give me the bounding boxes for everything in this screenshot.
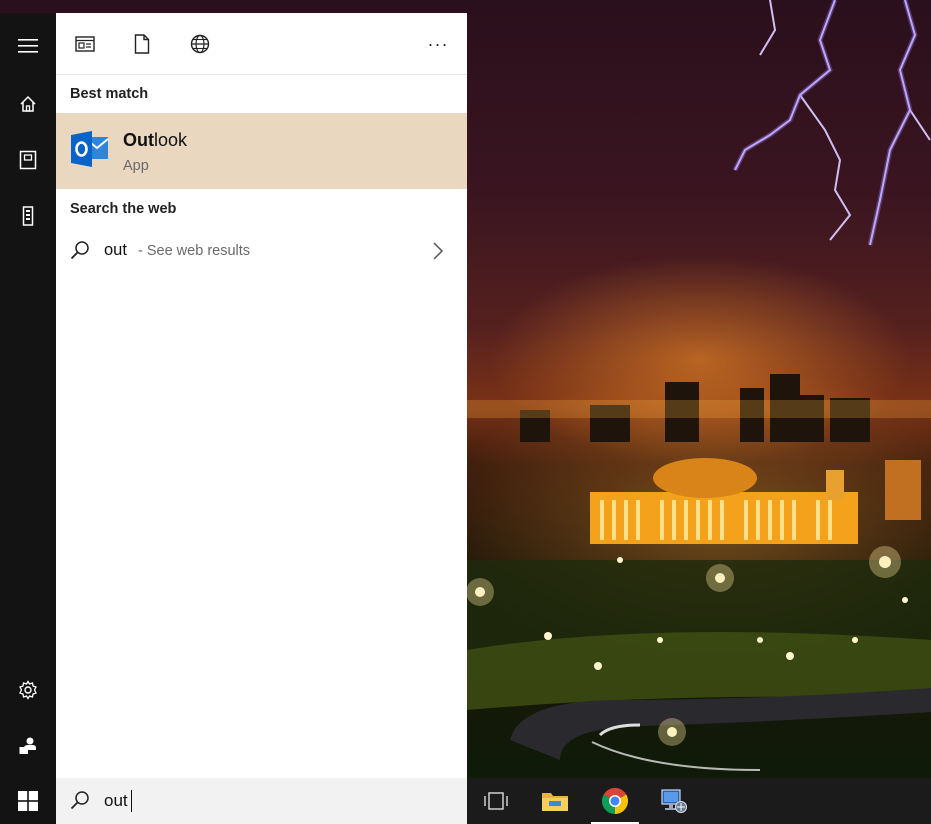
more-options-button[interactable]: ··· [422, 28, 454, 60]
documents-icon [19, 150, 37, 170]
search-results-panel: ··· Best match Outlook App Search the we… [56, 13, 467, 778]
best-match-result-outlook[interactable]: Outlook App [56, 113, 467, 189]
start-left-rail [0, 13, 56, 778]
search-web-heading: Search the web [70, 201, 177, 217]
home-icon [20, 95, 36, 112]
task-view-button[interactable] [472, 778, 520, 824]
file-explorer-icon [542, 793, 568, 811]
task-view-icon [484, 792, 508, 810]
network-computer-button[interactable] [650, 778, 698, 824]
feedback-icon [19, 737, 36, 754]
hamburger-menu-icon [18, 39, 38, 53]
search-box-icon [70, 791, 89, 810]
taskbar [467, 778, 931, 824]
web-query-text: out [104, 241, 127, 259]
file-explorer-button[interactable] [531, 778, 579, 824]
device-button[interactable] [0, 192, 56, 240]
chrome-icon [601, 787, 629, 815]
search-input[interactable] [104, 788, 444, 814]
apps-filter-button[interactable] [69, 28, 101, 60]
best-match-heading: Best match [70, 86, 149, 102]
web-result-row[interactable]: out - See web results [56, 231, 467, 271]
app-name: Outlook [123, 130, 188, 150]
more-options-icon: ··· [427, 33, 449, 54]
documents-filter-button[interactable] [126, 28, 158, 60]
outlook-app-icon [71, 131, 109, 167]
documents-button[interactable] [0, 136, 56, 184]
feedback-button[interactable] [0, 722, 56, 770]
apps-filter-icon [75, 36, 95, 52]
documents-filter-icon [134, 34, 150, 54]
taskbar-search-box[interactable] [56, 778, 467, 824]
chrome-button[interactable] [591, 778, 639, 824]
chevron-right-icon [433, 242, 444, 260]
filter-toolbar: ··· [56, 13, 467, 75]
search-icon [70, 241, 89, 260]
web-results-hint: - See web results [138, 243, 251, 259]
text-caret [131, 790, 132, 812]
menu-button[interactable] [0, 22, 56, 70]
device-icon [22, 206, 34, 226]
taskbar-start-area [0, 778, 56, 824]
settings-gear-icon [19, 680, 37, 700]
app-type-label: App [123, 158, 149, 174]
web-filter-button[interactable] [184, 28, 216, 60]
home-button[interactable] [0, 80, 56, 128]
network-computer-icon [661, 789, 687, 813]
settings-button[interactable] [0, 666, 56, 714]
windows-logo-icon [18, 791, 38, 811]
start-button[interactable] [4, 778, 52, 824]
web-filter-icon [190, 34, 210, 54]
